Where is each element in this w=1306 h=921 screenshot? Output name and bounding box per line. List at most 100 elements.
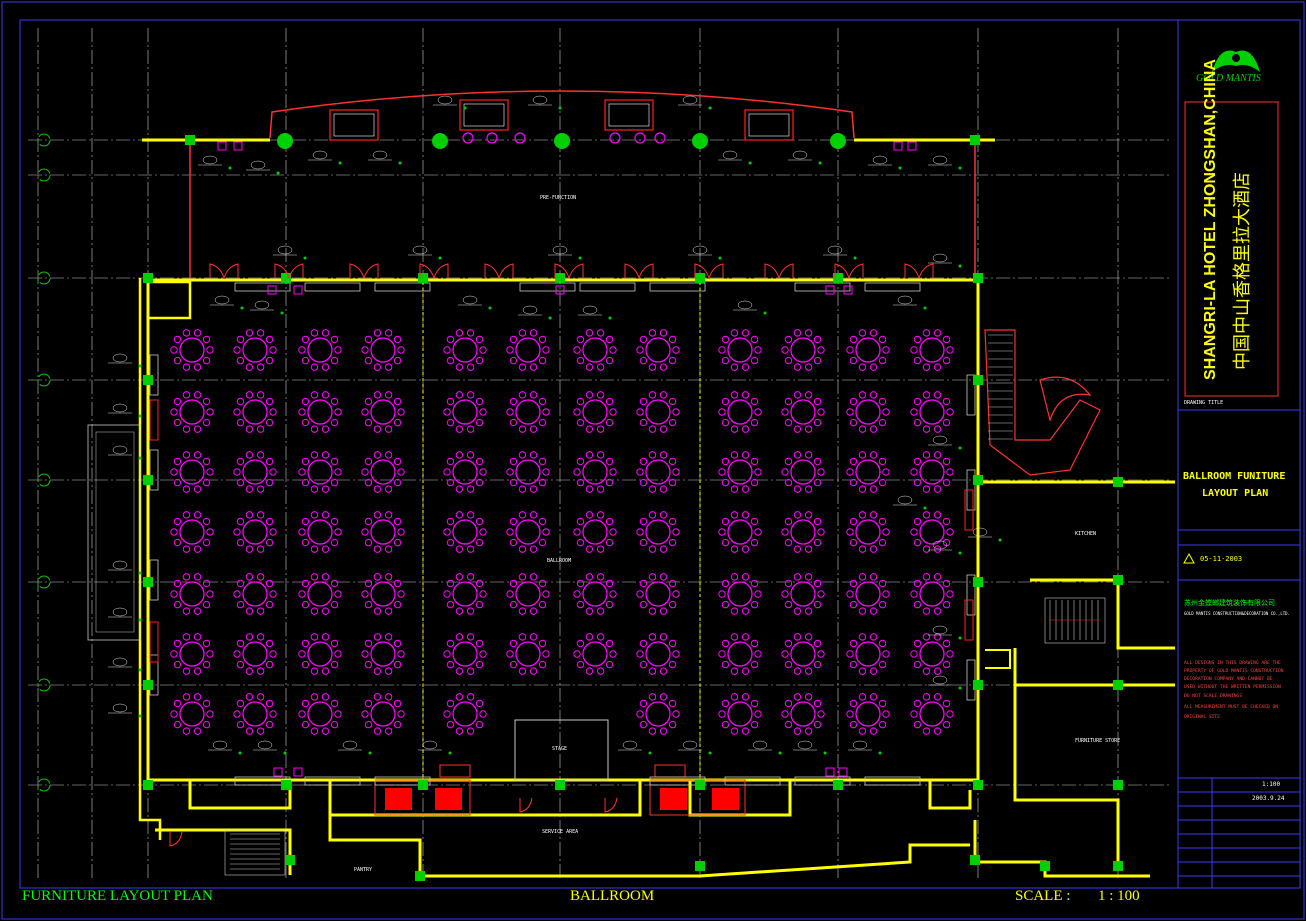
column xyxy=(973,780,983,790)
chair xyxy=(813,639,822,648)
chair xyxy=(446,418,455,427)
chair xyxy=(910,468,918,476)
chair xyxy=(668,517,677,526)
table-top xyxy=(790,337,816,363)
round-table xyxy=(233,633,277,675)
table-top xyxy=(790,581,816,607)
chair xyxy=(942,600,951,609)
chair xyxy=(202,639,211,648)
chair xyxy=(648,545,657,553)
revision-date: 05-11-2003 xyxy=(1200,555,1243,563)
footer-scale-value: 1 : 100 xyxy=(1098,888,1140,904)
chair xyxy=(878,660,887,669)
chair xyxy=(913,538,922,547)
chair xyxy=(310,607,319,615)
room-furniture-store: FURNITURE STORE xyxy=(1075,738,1121,744)
chair xyxy=(265,418,274,427)
chair xyxy=(509,418,518,427)
round-table xyxy=(846,329,890,371)
chair xyxy=(754,650,762,658)
chair xyxy=(446,639,455,648)
chair xyxy=(321,511,330,519)
table-top xyxy=(307,581,333,607)
callout-dot xyxy=(878,751,882,755)
chair xyxy=(475,579,484,588)
chair xyxy=(334,408,342,416)
column xyxy=(973,577,983,587)
callout-dot xyxy=(240,306,244,310)
chair xyxy=(446,356,455,365)
chair xyxy=(475,699,484,708)
callout-bubble xyxy=(250,160,266,170)
chair xyxy=(784,699,793,708)
chair xyxy=(455,667,464,675)
side-table xyxy=(233,141,243,151)
round-table xyxy=(170,391,214,433)
column xyxy=(695,780,705,790)
chair xyxy=(506,650,514,658)
chair xyxy=(206,590,214,598)
callout-bubble xyxy=(932,435,948,445)
chair xyxy=(384,425,393,433)
callout-bubble xyxy=(872,155,888,165)
chair xyxy=(236,699,245,708)
callout-dot xyxy=(718,256,722,260)
chair xyxy=(364,517,373,526)
chair xyxy=(846,408,854,416)
chair xyxy=(321,329,330,337)
chair xyxy=(334,590,342,598)
chair xyxy=(193,727,202,735)
chair xyxy=(233,590,241,598)
chair xyxy=(193,511,202,519)
chair xyxy=(605,457,614,466)
table-top xyxy=(645,641,671,667)
chair xyxy=(193,545,202,553)
column xyxy=(970,855,980,865)
chair xyxy=(741,425,750,433)
chair xyxy=(659,329,668,337)
chair xyxy=(721,660,730,669)
chair xyxy=(455,693,464,701)
chair xyxy=(236,418,245,427)
callout xyxy=(108,703,142,718)
chair xyxy=(506,346,514,354)
round-table xyxy=(781,511,825,553)
chair xyxy=(446,579,455,588)
column xyxy=(418,780,428,790)
door-swing xyxy=(568,263,584,279)
console-frame xyxy=(459,99,509,131)
chair xyxy=(869,693,878,701)
round-table xyxy=(233,693,277,735)
column xyxy=(973,475,983,485)
chair xyxy=(849,335,858,344)
chair xyxy=(330,639,339,648)
chair xyxy=(858,607,867,615)
table-top xyxy=(790,399,816,425)
table-top xyxy=(452,399,478,425)
callout xyxy=(848,740,882,755)
chair xyxy=(858,451,867,459)
chair xyxy=(922,451,931,459)
chair xyxy=(373,363,382,371)
chair xyxy=(910,346,918,354)
chair xyxy=(236,538,245,547)
chair xyxy=(479,650,487,658)
table-top xyxy=(242,641,268,667)
round-table xyxy=(718,573,762,615)
chair xyxy=(585,425,594,433)
chair xyxy=(804,511,813,519)
callout-bubble xyxy=(112,657,128,667)
chair xyxy=(182,451,191,459)
round-table xyxy=(361,391,405,433)
chair xyxy=(321,451,330,459)
console-inner xyxy=(748,113,790,137)
chair xyxy=(193,425,202,433)
table-top xyxy=(919,399,945,425)
chair xyxy=(942,478,951,487)
chair xyxy=(173,660,182,669)
round-pillar xyxy=(554,133,570,149)
chair xyxy=(364,720,373,729)
round-table xyxy=(361,511,405,553)
round-table xyxy=(506,573,550,615)
chair xyxy=(639,600,648,609)
